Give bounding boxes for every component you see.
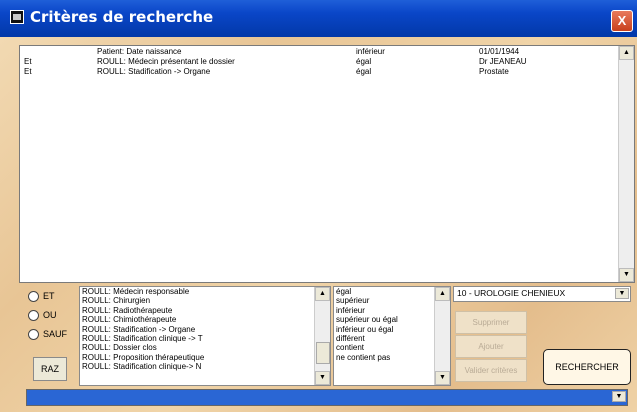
radio-et-label: ET — [43, 291, 55, 301]
radio-sauf-label: SAUF — [43, 329, 68, 339]
scroll-up-icon[interactable]: ▲ — [315, 287, 330, 301]
criteria-list[interactable]: Patient: Date naissance inférieur 01/01/… — [19, 45, 635, 283]
radio-ou-label: OU — [43, 310, 57, 320]
radio-dot-icon — [28, 310, 39, 322]
list-item[interactable]: ROULL: Proposition thérapeutique — [80, 353, 330, 362]
list-item[interactable]: ROULL: Chimiothérapeute — [80, 315, 330, 324]
window-title: Critères de recherche — [30, 8, 214, 26]
criteria-comparator: inférieur — [356, 47, 385, 56]
list-item[interactable]: égal — [334, 287, 450, 296]
chevron-down-icon[interactable]: ▼ — [612, 391, 626, 402]
list-item[interactable]: ROULL: Chirurgien — [80, 296, 330, 305]
bottom-select[interactable]: ▼ — [26, 389, 628, 406]
list-item[interactable]: ne contient pas — [334, 353, 450, 362]
scroll-down-icon[interactable]: ▼ — [315, 371, 330, 385]
criteria-comparator: égal — [356, 67, 372, 76]
value-select-text: 10 - UROLOGIE CHENIEUX — [457, 288, 566, 298]
criteria-row[interactable]: Et ROULL: Médecin présentant le dossier … — [20, 57, 616, 67]
radio-dot-icon — [28, 329, 39, 341]
comparator-listbox[interactable]: égal supérieur inférieur supérieur ou ég… — [333, 286, 451, 386]
scroll-up-icon[interactable]: ▲ — [435, 287, 450, 301]
list-item[interactable]: inférieur ou égal — [334, 325, 450, 334]
criteria-field: Patient: Date naissance — [97, 47, 182, 56]
criteria-operator: Et — [24, 67, 32, 76]
criteria-row[interactable]: Et ROULL: Stadification -> Organe égal P… — [20, 67, 616, 77]
scroll-thumb[interactable] — [316, 342, 330, 364]
radio-ou[interactable]: OU — [28, 310, 57, 322]
list-item[interactable]: ROULL: Dossier clos — [80, 343, 330, 352]
radio-dot-icon — [28, 291, 39, 303]
add-button[interactable]: Ajouter — [455, 335, 527, 358]
criteria-value: Dr JEANEAU — [479, 57, 527, 66]
criteria-field: ROULL: Stadification -> Organe — [97, 67, 211, 76]
validate-criteria-button[interactable]: Valider critères — [455, 359, 527, 382]
list-item[interactable]: ROULL: Stadification clinique-> N — [80, 362, 330, 371]
list-item[interactable]: contient — [334, 343, 450, 352]
chevron-down-icon[interactable]: ▼ — [615, 288, 629, 299]
criteria-comparator: égal — [356, 57, 372, 66]
criteria-operator: Et — [24, 57, 32, 66]
search-button[interactable]: RECHERCHER — [543, 349, 631, 385]
list-item[interactable]: différent — [334, 334, 450, 343]
list-item[interactable]: supérieur ou égal — [334, 315, 450, 324]
comparator-listbox-scrollbar[interactable]: ▲ ▼ — [434, 287, 450, 385]
list-item[interactable]: ROULL: Stadification clinique -> T — [80, 334, 330, 343]
window-icon — [10, 10, 24, 24]
list-item[interactable]: ROULL: Médecin responsable — [80, 287, 330, 296]
raz-button[interactable]: RAZ — [33, 357, 67, 381]
criteria-value: Prostate — [479, 67, 509, 76]
scroll-up-icon[interactable]: ▲ — [619, 46, 634, 60]
close-button[interactable]: X — [611, 10, 633, 32]
scroll-down-icon[interactable]: ▼ — [435, 371, 450, 385]
list-item[interactable]: supérieur — [334, 296, 450, 305]
criteria-row[interactable]: Patient: Date naissance inférieur 01/01/… — [20, 47, 616, 57]
list-item[interactable]: ROULL: Stadification -> Organe — [80, 325, 330, 334]
title-bar: Critères de recherche X — [0, 0, 637, 37]
radio-sauf[interactable]: SAUF — [28, 329, 68, 341]
field-listbox-scrollbar[interactable]: ▲ ▼ — [314, 287, 330, 385]
delete-button[interactable]: Supprimer — [455, 311, 527, 334]
scroll-down-icon[interactable]: ▼ — [619, 268, 634, 282]
field-listbox[interactable]: ROULL: Médecin responsable ROULL: Chirur… — [79, 286, 331, 386]
value-select[interactable]: 10 - UROLOGIE CHENIEUX ▼ — [453, 286, 631, 302]
search-criteria-window: Critères de recherche X Patient: Date na… — [0, 0, 637, 412]
list-item[interactable]: ROULL: Radiothérapeute — [80, 306, 330, 315]
criteria-field: ROULL: Médecin présentant le dossier — [97, 57, 235, 66]
list-item[interactable]: inférieur — [334, 306, 450, 315]
radio-et[interactable]: ET — [28, 291, 55, 303]
criteria-value: 01/01/1944 — [479, 47, 520, 56]
criteria-list-scrollbar[interactable]: ▲ ▼ — [618, 46, 634, 282]
